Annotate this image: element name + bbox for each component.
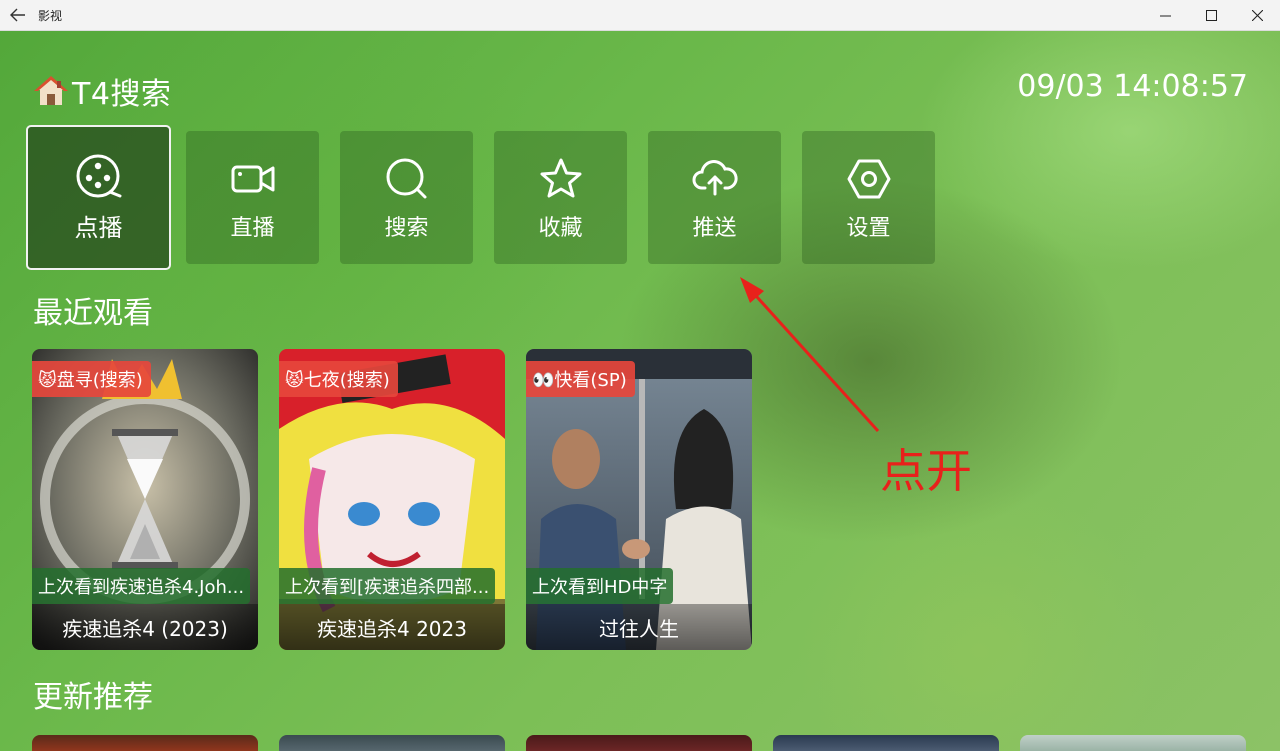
nav-label-settings: 设置 (846, 215, 891, 241)
nav-tile-vod[interactable]: 点播 (26, 125, 171, 270)
cloud-upload-icon (692, 159, 738, 195)
minimize-button[interactable] (1142, 0, 1188, 31)
film-reel-icon (76, 154, 121, 198)
recommend-card[interactable] (773, 735, 999, 751)
recommend-card[interactable] (1020, 735, 1246, 751)
nav-label-live: 直播 (230, 215, 275, 241)
back-arrow-icon[interactable] (0, 0, 36, 31)
window-titlebar: 影视 (0, 0, 1280, 31)
close-button[interactable] (1234, 0, 1280, 31)
annotation-text: 点开 (880, 444, 972, 498)
datetime-display: 09/03 14:08:57 (1017, 69, 1248, 104)
source-badge: 😾盘寻(搜索) (32, 361, 151, 397)
card-title: 过往人生 (526, 604, 752, 650)
recommend-card[interactable] (32, 735, 258, 751)
search-icon (386, 158, 426, 198)
watch-progress: 上次看到[疾速追杀四部... (279, 568, 496, 604)
nav-label-search: 搜索 (384, 215, 429, 241)
star-icon (540, 158, 581, 197)
nav-tile-search[interactable]: 搜索 (340, 131, 473, 264)
source-badge: 😾七夜(搜索) (279, 361, 398, 397)
main-nav: 点播 直播 搜索 收藏 推送 设置 (26, 125, 956, 270)
house-icon (34, 76, 68, 105)
recent-card[interactable]: 😾七夜(搜索) 上次看到[疾速追杀四部... 疾速追杀4 2023 (279, 349, 505, 650)
page-title-text: T4搜索 (72, 77, 172, 112)
hexagon-gear-icon (847, 159, 890, 198)
nav-tile-favorites[interactable]: 收藏 (494, 131, 627, 264)
watch-progress: 上次看到疾速追杀4.Joh... (32, 568, 251, 604)
window-title: 影视 (38, 8, 63, 23)
recommend-section-title: 更新推荐 (33, 680, 153, 715)
recent-list: 😾盘寻(搜索) 上次看到疾速追杀4.Joh... 疾速追杀4 (2023) 😾七… (32, 349, 773, 650)
recommend-list (32, 735, 1267, 751)
nav-tile-live[interactable]: 直播 (186, 131, 319, 264)
recent-section-title: 最近观看 (33, 296, 153, 331)
card-title: 疾速追杀4 2023 (279, 604, 505, 650)
video-camera-icon (231, 165, 274, 192)
nav-label-push: 推送 (692, 215, 737, 241)
recent-card[interactable]: 😾盘寻(搜索) 上次看到疾速追杀4.Joh... 疾速追杀4 (2023) (32, 349, 258, 650)
card-title: 疾速追杀4 (2023) (32, 604, 258, 650)
recommend-card[interactable] (526, 735, 752, 751)
recent-card[interactable]: 👀快看(SP) 上次看到HD中字 过往人生 (526, 349, 752, 650)
nav-tile-settings[interactable]: 设置 (802, 131, 935, 264)
nav-label-favorites: 收藏 (538, 215, 583, 241)
annotation-arrow (740, 277, 880, 433)
source-badge: 👀快看(SP) (526, 361, 635, 397)
recommend-card[interactable] (279, 735, 505, 751)
nav-tile-push[interactable]: 推送 (648, 131, 781, 264)
nav-label-vod: 点播 (74, 214, 123, 242)
maximize-button[interactable] (1188, 0, 1234, 31)
app-background: T4搜索 09/03 14:08:57 点播 直播 搜索 收藏 推送 设置 最近… (0, 31, 1280, 751)
watch-progress: 上次看到HD中字 (526, 568, 674, 604)
page-title: T4搜索 (34, 69, 171, 113)
